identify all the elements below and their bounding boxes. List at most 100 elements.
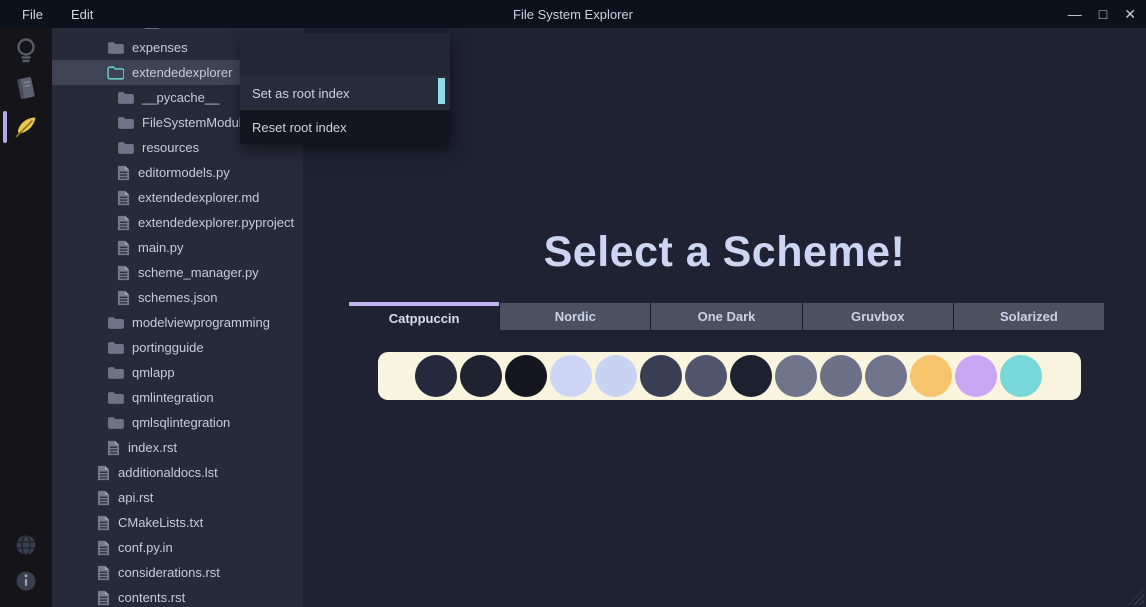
context-menu-item[interactable]: Set as root index [240, 76, 450, 110]
close-button[interactable]: ✕ [1124, 0, 1136, 28]
tree-item-label: resources [142, 140, 199, 155]
file-icon [97, 590, 110, 606]
file-icon [97, 565, 110, 581]
tree-row[interactable]: contents.rst [52, 585, 303, 607]
file-icon [97, 515, 110, 531]
file-icon [117, 215, 130, 231]
folder-icon [107, 341, 124, 355]
tree-item-label: contents.rst [118, 590, 185, 605]
context-menu-item-label: Reset root index [252, 120, 347, 135]
minimize-button[interactable]: — [1068, 0, 1082, 28]
app-window: FileEdit File System Explorer — □ ✕ expens… [0, 0, 1146, 607]
tree-item-label: main.py [138, 240, 184, 255]
color-swatch [685, 355, 727, 397]
folder-open-icon [107, 66, 124, 80]
feather-icon[interactable] [0, 108, 52, 146]
tree-item-label: index.rst [128, 440, 177, 455]
tree-item-label: considerations.rst [118, 565, 220, 580]
tree-item-label: extendedexplorer [132, 65, 232, 80]
resize-grip[interactable] [1128, 589, 1144, 605]
color-swatch [505, 355, 547, 397]
tree-row[interactable]: conf.py.in [52, 535, 303, 560]
tree-item-label: qmlsqlintegration [132, 415, 230, 430]
color-palette [378, 352, 1081, 400]
context-menu-item[interactable]: Reset root index [240, 110, 450, 144]
file-icon [107, 440, 120, 456]
activity-bar [0, 28, 52, 607]
tree-row[interactable]: qmlintegration [52, 385, 303, 410]
color-swatch [640, 355, 682, 397]
tree-row[interactable]: editormodels.py [52, 160, 303, 185]
tree-row[interactable]: portingguide [52, 335, 303, 360]
tab-solarized[interactable]: Solarized [953, 303, 1104, 330]
scheme-tabs: CatppuccinNordicOne DarkGruvboxSolarized [349, 302, 1104, 330]
tab-catppuccin[interactable]: Catppuccin [349, 302, 499, 330]
tree-row[interactable]: schemes.json [52, 285, 303, 310]
tree-row[interactable]: index.rst [52, 435, 303, 460]
folder-icon [107, 391, 124, 405]
color-swatch [595, 355, 637, 397]
window-title: File System Explorer [0, 0, 1146, 28]
title-bar: FileEdit File System Explorer — □ ✕ [0, 0, 1146, 28]
file-icon [97, 540, 110, 556]
tree-item-label: api.rst [118, 490, 153, 505]
tree-row[interactable]: modelviewprogramming [52, 310, 303, 335]
tab-nordic[interactable]: Nordic [499, 303, 650, 330]
color-swatch [550, 355, 592, 397]
folder-icon [117, 141, 134, 155]
color-swatch [1000, 355, 1042, 397]
color-swatch [955, 355, 997, 397]
tree-item-label: __pycache__ [142, 90, 219, 105]
color-swatch [865, 355, 907, 397]
folder-icon [107, 41, 124, 55]
tree-item-label: editormodels.py [138, 165, 230, 180]
file-icon [117, 165, 130, 181]
menu-bar: FileEdit [8, 0, 107, 28]
tree-row[interactable]: qmlsqlintegration [52, 410, 303, 435]
tree-item-label: qmlapp [132, 365, 175, 380]
maximize-button[interactable]: □ [1099, 0, 1107, 28]
tab-gruvbox[interactable]: Gruvbox [802, 303, 953, 330]
menu-file[interactable]: File [8, 7, 57, 22]
tree-item-label: expenses [132, 40, 188, 55]
file-icon [117, 265, 130, 281]
tree-row[interactable]: CMakeLists.txt [52, 510, 303, 535]
menu-edit[interactable]: Edit [57, 7, 107, 22]
tree-row[interactable]: additionaldocs.lst [52, 460, 303, 485]
color-swatch [820, 355, 862, 397]
globe-icon[interactable] [0, 526, 52, 564]
tree-item-label: extendedexplorer.md [138, 190, 259, 205]
color-swatch [730, 355, 772, 397]
file-icon [117, 190, 130, 206]
color-swatch [775, 355, 817, 397]
context-menu-item-label: Set as root index [252, 86, 350, 101]
folder-icon [117, 116, 134, 130]
folder-icon [107, 416, 124, 430]
tree-item-label: scheme_manager.py [138, 265, 259, 280]
folder-icon [143, 28, 160, 30]
color-swatch [460, 355, 502, 397]
tree-item-label: extendedexplorer.pyproject [138, 215, 294, 230]
tree-row[interactable]: extendedexplorer.pyproject [52, 210, 303, 235]
lightbulb-icon[interactable] [0, 32, 52, 70]
info-icon[interactable] [0, 562, 52, 600]
tree-row[interactable]: extendedexplorer.md [52, 185, 303, 210]
tree-item-label: modelviewprogramming [132, 315, 270, 330]
folder-icon [117, 91, 134, 105]
tree-item-label: portingguide [132, 340, 204, 355]
context-menu-padding [240, 33, 450, 76]
tree-row[interactable]: scheme_manager.py [52, 260, 303, 285]
tab-one-dark[interactable]: One Dark [650, 303, 801, 330]
folder-icon [107, 366, 124, 380]
book-icon[interactable] [0, 69, 52, 107]
tree-row[interactable]: api.rst [52, 485, 303, 510]
context-menu: Set as root index Reset root index [240, 33, 450, 144]
tree-row[interactable]: main.py [52, 235, 303, 260]
color-swatch [910, 355, 952, 397]
tree-row[interactable]: qmlapp [52, 360, 303, 385]
menu-scrollbar-handle[interactable] [438, 78, 445, 104]
tree-row[interactable]: considerations.rst [52, 560, 303, 585]
file-icon [117, 240, 130, 256]
file-icon [117, 290, 130, 306]
tree-item-label: schemes.json [138, 290, 217, 305]
